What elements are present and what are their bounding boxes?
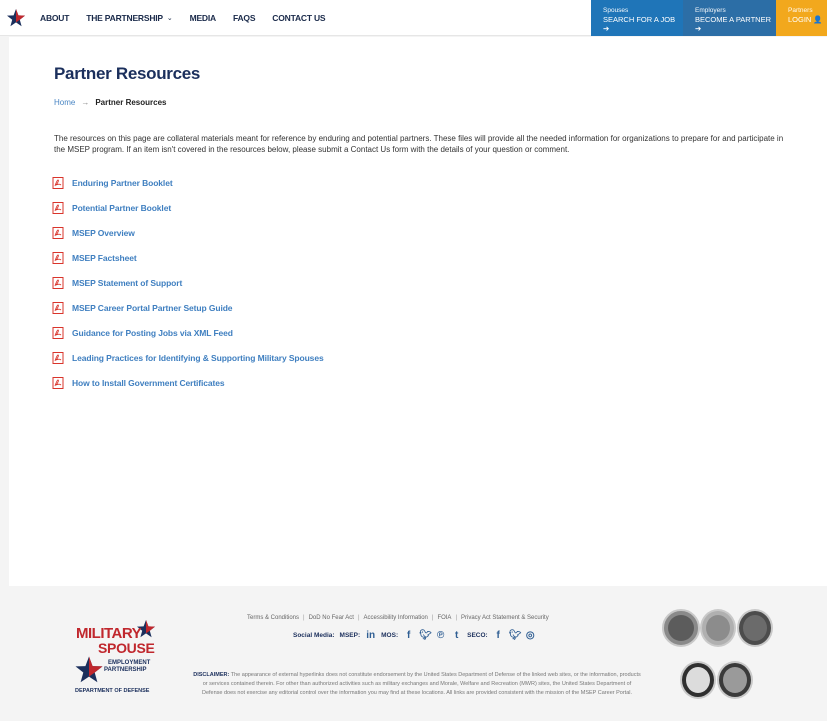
resource-item: How to Install Government Certificates	[52, 370, 324, 395]
brand-line-employment: EMPLOYMENT	[108, 660, 151, 666]
footer: MILITARY SPOUSE EMPLOYMENT PARTNERSHIP D…	[0, 587, 827, 721]
breadcrumb-arrow-icon: →	[81, 98, 90, 107]
twitter-icon[interactable]: 🐦︎	[509, 630, 522, 641]
breadcrumb-current: Partner Resources	[95, 98, 167, 107]
msep-footer-logo[interactable]: MILITARY SPOUSE EMPLOYMENT PARTNERSHIP D…	[70, 615, 170, 705]
footer-link-no-fear-act[interactable]: DoD No Fear Act	[309, 615, 354, 621]
dod-seal-icon	[662, 609, 700, 647]
pdf-file-icon	[52, 276, 64, 289]
resource-item: MSEP Overview	[52, 220, 324, 245]
resource-link-enduring-partner-booklet[interactable]: Enduring Partner Booklet	[72, 178, 173, 188]
pdf-file-icon	[52, 201, 64, 214]
disclaimer-text: DISCLAIMER: The appearance of external h…	[192, 671, 642, 698]
resource-link-career-portal-setup-guide[interactable]: MSEP Career Portal Partner Setup Guide	[72, 303, 233, 313]
resource-item: MSEP Statement of Support	[52, 270, 324, 295]
social-media-label: Social Media:	[293, 632, 335, 639]
brand-line-dod: DEPARTMENT OF DEFENSE	[75, 688, 150, 694]
resource-link-msep-factsheet[interactable]: MSEP Factsheet	[72, 253, 137, 263]
footer-link-separator: |	[357, 615, 360, 621]
resource-list: Enduring Partner Booklet Potential Partn…	[52, 170, 324, 395]
resource-link-msep-overview[interactable]: MSEP Overview	[72, 228, 135, 238]
nav-about-label: ABOUT	[40, 13, 70, 23]
intro-paragraph: The resources on this page are collatera…	[54, 134, 784, 154]
cta-employers-caption: Employers	[695, 7, 726, 14]
resource-item: MSEP Career Portal Partner Setup Guide	[52, 295, 324, 320]
cta-employers-label: BECOME A PARTNER ➔	[695, 15, 771, 33]
resource-item: Leading Practices for Identifying & Supp…	[52, 345, 324, 370]
brand-line-partnership: PARTNERSHIP	[104, 667, 147, 673]
social-mos-label: MOS:	[381, 632, 399, 639]
msep-star-logo-icon[interactable]	[6, 8, 26, 28]
navy-seal-icon	[717, 661, 753, 699]
nav-about[interactable]: ABOUT	[40, 13, 69, 23]
breadcrumb: Home → Partner Resources	[54, 98, 167, 107]
breadcrumb-home-link[interactable]: Home	[54, 98, 75, 107]
nav-media-label: MEDIA	[189, 13, 217, 23]
nav-contact-us-label: CONTACT US	[272, 13, 326, 23]
nav-faqs-label: FAQS	[232, 13, 256, 23]
resource-item: Enduring Partner Booklet	[52, 170, 324, 195]
marine-corps-seal-icon	[737, 609, 773, 647]
brand-line-spouse: SPOUSE	[98, 640, 155, 656]
pdf-file-icon	[52, 326, 64, 339]
main-content: Partner Resources Home → Partner Resourc…	[9, 37, 827, 586]
chevron-down-icon: ⌄	[166, 15, 173, 22]
page-title: Partner Resources	[54, 64, 201, 83]
star-icon	[75, 656, 103, 683]
footer-links: Terms & Conditions | DoD No Fear Act | A…	[247, 615, 549, 621]
footer-link-accessibility[interactable]: Accessibility Information	[364, 615, 428, 621]
social-seco-label: SECO:	[467, 632, 488, 639]
footer-link-privacy[interactable]: Privacy Act Statement & Security	[461, 615, 549, 621]
resource-link-leading-practices[interactable]: Leading Practices for Identifying & Supp…	[72, 353, 324, 363]
tumblr-icon[interactable]: t	[451, 630, 462, 641]
cta-spouses-label: SEARCH FOR A JOB ➔	[603, 15, 676, 33]
cta-spouses-caption: Spouses	[603, 7, 629, 14]
footer-link-separator: |	[431, 615, 434, 621]
nav-media[interactable]: MEDIA	[189, 13, 217, 23]
pdf-file-icon	[52, 351, 64, 364]
resource-item: MSEP Factsheet	[52, 245, 324, 270]
social-media-row: Social Media: MSEP: in MOS: f 🐦︎ ℗ t SEC…	[293, 630, 536, 641]
nav-faqs[interactable]: FAQS	[232, 13, 256, 23]
nav-contact-us[interactable]: CONTACT US	[272, 13, 325, 23]
twitter-icon[interactable]: 🐦︎	[419, 630, 432, 641]
disclaimer-label: DISCLAIMER:	[193, 672, 230, 678]
nav-the-partnership-label: THE PARTNERSHIP	[86, 13, 163, 23]
nav-the-partnership[interactable]: THE PARTNERSHIP ⌄	[86, 13, 173, 23]
linkedin-icon[interactable]: in	[365, 630, 376, 641]
employers-become-partner-button[interactable]: Employers BECOME A PARTNER ➔	[683, 0, 776, 36]
main-nav: ABOUT THE PARTNERSHIP ⌄ MEDIA FAQS CONTAC…	[40, 0, 326, 36]
cta-partners-caption: Partners	[788, 7, 813, 14]
army-seal-icon	[700, 609, 736, 647]
social-msep-label: MSEP:	[339, 632, 361, 639]
resource-link-msep-statement-of-support[interactable]: MSEP Statement of Support	[72, 278, 182, 288]
resource-link-government-certificates[interactable]: How to Install Government Certificates	[72, 378, 225, 388]
resource-item: Guidance for Posting Jobs via XML Feed	[52, 320, 324, 345]
footer-link-separator: |	[303, 615, 305, 621]
pdf-file-icon	[52, 251, 64, 264]
resource-link-potential-partner-booklet[interactable]: Potential Partner Booklet	[72, 203, 171, 213]
footer-link-foia[interactable]: FOIA	[437, 615, 451, 621]
pdf-file-icon	[52, 226, 64, 239]
pinterest-icon[interactable]: ℗	[435, 630, 446, 641]
facebook-icon[interactable]: f	[403, 630, 414, 641]
footer-link-separator: |	[455, 615, 458, 621]
resource-item: Potential Partner Booklet	[52, 195, 324, 220]
instagram-icon[interactable]: ◎	[525, 630, 536, 641]
pdf-file-icon	[52, 301, 64, 314]
cta-partners-label: LOGIN 👤	[788, 15, 823, 24]
pdf-file-icon	[52, 376, 64, 389]
page: ABOUT THE PARTNERSHIP ⌄ MEDIA FAQS CONTAC…	[0, 0, 827, 721]
resource-link-xml-feed-guidance[interactable]: Guidance for Posting Jobs via XML Feed	[72, 328, 233, 338]
top-navigation-bar: ABOUT THE PARTNERSHIP ⌄ MEDIA FAQS CONTAC…	[0, 0, 827, 36]
footer-link-terms[interactable]: Terms & Conditions	[247, 615, 299, 621]
pdf-file-icon	[52, 176, 64, 189]
partners-login-button[interactable]: Partners LOGIN 👤	[776, 0, 827, 36]
spouses-search-job-button[interactable]: Spouses SEARCH FOR A JOB ➔	[591, 0, 683, 36]
facebook-icon[interactable]: f	[493, 630, 504, 641]
air-force-seal-icon	[680, 661, 716, 699]
disclaimer-body: The appearance of external hyperlinks do…	[201, 672, 641, 696]
